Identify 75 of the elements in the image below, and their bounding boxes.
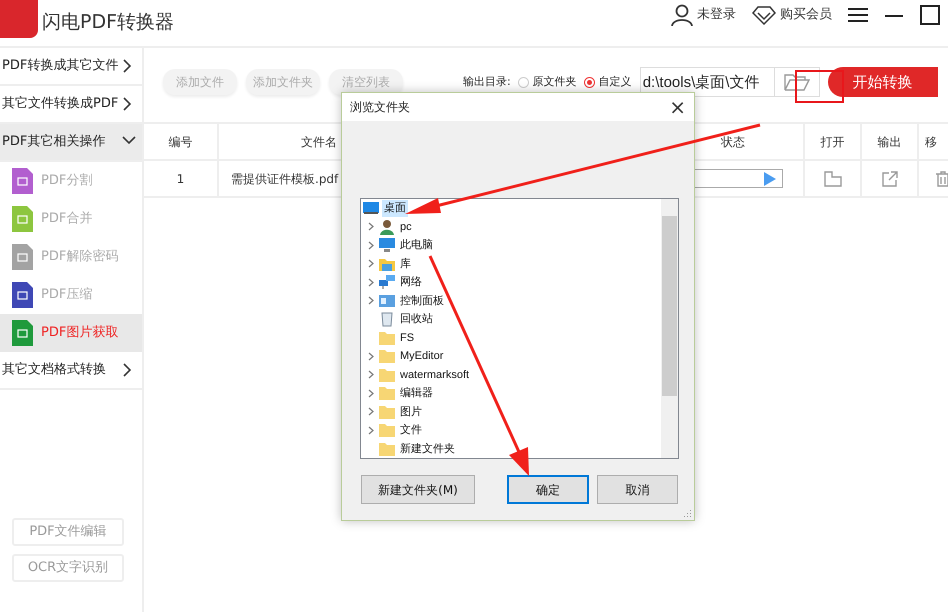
column-header: 编号 xyxy=(144,124,219,161)
folder-icon xyxy=(379,330,395,346)
folder-icon xyxy=(379,348,395,364)
buy-membership-link[interactable]: 购买会员 xyxy=(780,5,832,25)
close-button[interactable]: × xyxy=(661,97,694,117)
radio-button[interactable] xyxy=(518,76,529,88)
tree-item[interactable]: pc xyxy=(361,218,678,236)
sidebar-section[interactable]: PDF转换成其它文件 xyxy=(0,48,142,86)
login-status[interactable]: 未登录 xyxy=(697,5,736,25)
path-field[interactable]: d:\tools\桌面\文件 xyxy=(640,67,774,97)
radio-button[interactable] xyxy=(584,76,595,88)
browse-folder-button[interactable] xyxy=(774,67,820,97)
dialog-title: 浏览文件夹 xyxy=(350,99,411,116)
app-logo xyxy=(0,0,38,38)
play-icon[interactable] xyxy=(764,172,776,186)
sidebar-item[interactable]: PDF图片获取 xyxy=(0,314,142,352)
chevron-right-icon[interactable] xyxy=(368,426,374,435)
folder-icon xyxy=(784,73,810,91)
column-header: 打开 xyxy=(805,124,862,161)
tree-item[interactable]: 控制面板 xyxy=(361,292,678,310)
tree-item[interactable]: 编辑器 xyxy=(361,384,678,402)
chevron-right-icon[interactable] xyxy=(368,278,374,287)
user-icon xyxy=(379,218,395,235)
output-label: 输出目录: xyxy=(463,74,511,90)
highlight-frame xyxy=(795,70,844,103)
resize-grip-icon xyxy=(682,508,692,518)
folder-icon xyxy=(379,366,395,383)
folder-icon xyxy=(379,385,395,402)
chevron-right-icon[interactable] xyxy=(368,240,374,250)
sidebar-section[interactable]: 其它文档格式转换 xyxy=(0,352,142,390)
desktop-icon xyxy=(363,200,379,216)
dialog-button[interactable]: 新建文件夹(M) xyxy=(361,475,475,504)
column-header: 移 xyxy=(919,124,948,161)
tree-item[interactable]: 文件 xyxy=(361,421,678,440)
tree-item[interactable]: MyEditor xyxy=(361,347,678,366)
chevron-right-icon[interactable] xyxy=(368,407,374,416)
network-icon xyxy=(379,274,395,290)
chevron-right-icon[interactable] xyxy=(368,296,374,306)
chevron-right-icon[interactable] xyxy=(368,388,374,398)
chevron-right-icon[interactable] xyxy=(368,370,374,380)
computer-icon xyxy=(379,237,395,254)
trash-icon[interactable] xyxy=(936,170,948,186)
folder-icon xyxy=(379,404,395,420)
control-panel-icon xyxy=(379,292,395,309)
chevron-right-icon[interactable] xyxy=(368,222,374,232)
app-title: 闪电PDF转换器 xyxy=(42,10,174,35)
start-button[interactable]: 开始转换 xyxy=(828,67,938,97)
scrollbar[interactable] xyxy=(661,199,678,458)
sidebar-section[interactable]: PDF其它相关操作 xyxy=(0,124,142,162)
tree-item[interactable]: 图片 xyxy=(361,402,678,421)
dialog-button[interactable]: 取消 xyxy=(597,475,678,504)
tree-item[interactable]: 此电脑 xyxy=(361,236,678,254)
table-cell: 1 xyxy=(144,161,219,198)
recycle-bin-icon xyxy=(379,311,395,328)
chevron-right-icon[interactable] xyxy=(368,259,374,268)
open-file-icon[interactable] xyxy=(824,170,842,186)
tree-item[interactable]: 新建文件夹 xyxy=(361,440,678,458)
radio-label: 原文件夹 xyxy=(532,74,577,90)
chevron-right-icon[interactable] xyxy=(368,352,374,361)
dialog-button[interactable]: 确定 xyxy=(507,475,589,504)
tree-item[interactable]: FS xyxy=(361,328,678,347)
column-header: 输出 xyxy=(862,124,919,161)
folder-icon xyxy=(379,440,395,457)
tree-item[interactable]: 网络 xyxy=(361,273,678,292)
diamond-icon xyxy=(752,5,776,25)
tree-item[interactable]: 回收站 xyxy=(361,310,678,328)
menu-icon[interactable] xyxy=(848,7,868,23)
tree-item[interactable]: 桌面 xyxy=(361,199,678,218)
folder-icon xyxy=(379,422,395,438)
tree-item[interactable]: watermarksoft xyxy=(361,366,678,384)
radio-label: 自定义 xyxy=(598,74,632,90)
user-icon xyxy=(671,4,693,26)
tree-item[interactable]: 库 xyxy=(361,254,678,273)
export-icon[interactable] xyxy=(882,170,898,186)
maximize-icon[interactable] xyxy=(920,5,940,25)
